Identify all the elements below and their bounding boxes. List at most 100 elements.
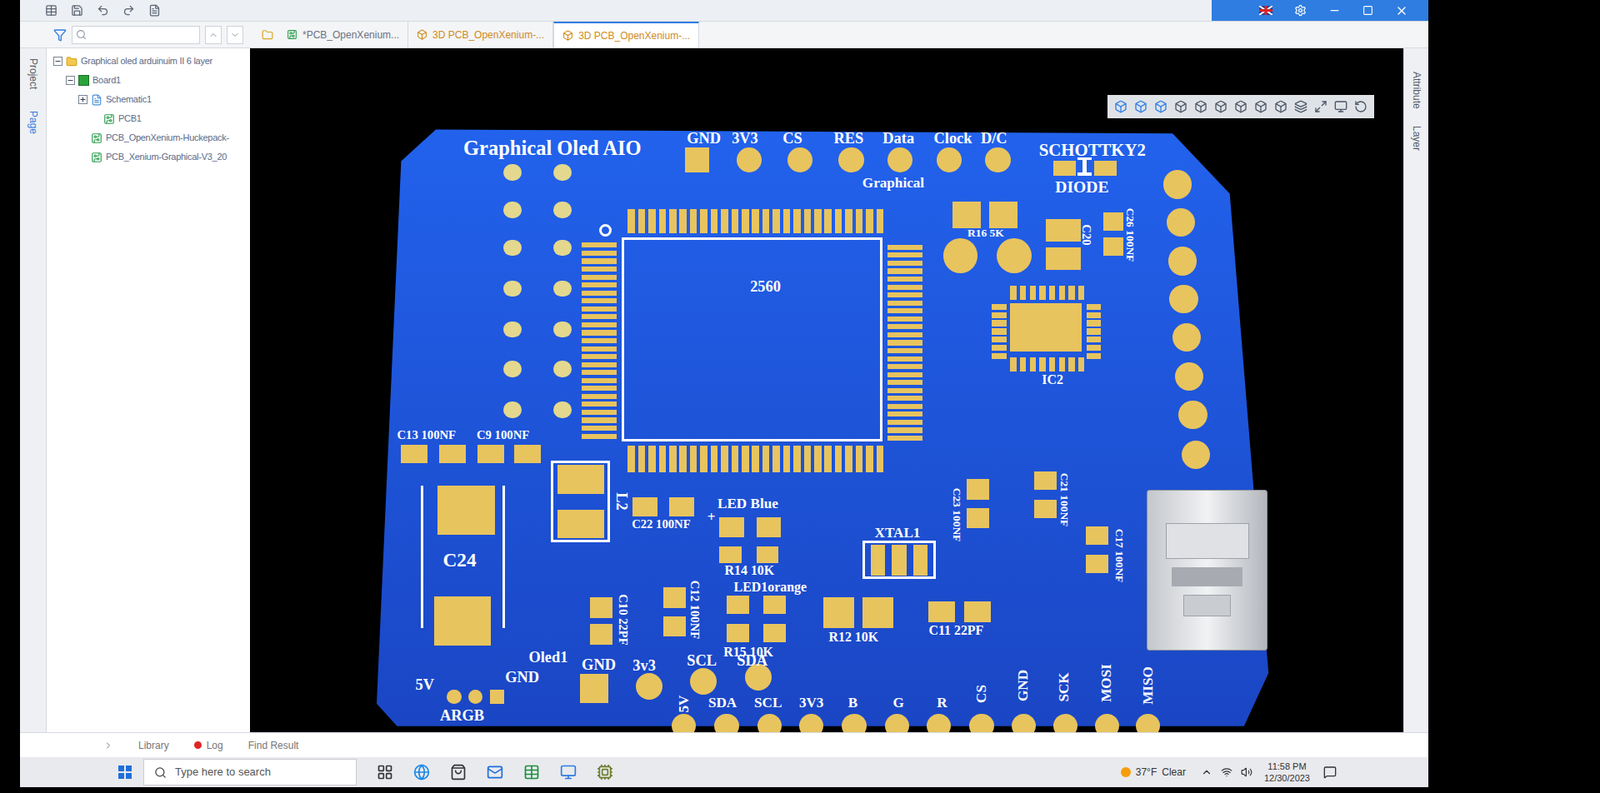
view-icon[interactable] xyxy=(1314,100,1328,114)
window-controls xyxy=(1211,0,1429,21)
silkscreen-label: CS xyxy=(782,130,802,146)
schematic-icon xyxy=(90,94,103,106)
home-tab[interactable] xyxy=(256,21,279,48)
view-icon[interactable] xyxy=(1194,100,1208,114)
pad xyxy=(1163,170,1192,199)
view-icon[interactable] xyxy=(1174,100,1188,114)
view-icon[interactable] xyxy=(1274,100,1288,114)
document-tab[interactable]: 3D PCB_OpenXenium-... xyxy=(408,21,554,48)
app-icon[interactable] xyxy=(523,764,540,781)
taskbar: Type here to search 37°FClear 11:58 PM12/3… xyxy=(20,757,1429,788)
minimize-icon[interactable] xyxy=(1328,4,1341,17)
collapse-icon[interactable] xyxy=(53,56,63,66)
tree-item[interactable]: Schematic1 xyxy=(46,90,250,110)
3d-canvas[interactable]: Graphical Oled AIOGND3V3CSRESDataClockD/… xyxy=(250,48,1404,733)
view-icon[interactable] xyxy=(1214,100,1228,114)
network-icon[interactable] xyxy=(1220,766,1233,779)
pcb-board[interactable]: Graphical Oled AIOGND3V3CSRESDataClockD/… xyxy=(376,127,1273,733)
tree-item[interactable]: PCB_OpenXenium-Huckepack- xyxy=(46,128,250,148)
pad xyxy=(887,292,923,298)
pad xyxy=(887,285,923,290)
bottom-tab[interactable]: Log xyxy=(194,738,224,754)
pad xyxy=(648,209,656,234)
silkscreen-label: IC2 xyxy=(1041,373,1064,387)
pad xyxy=(581,354,617,360)
view-icon[interactable] xyxy=(1154,100,1168,114)
pad xyxy=(446,690,461,705)
silkscreen-label: SDA xyxy=(708,695,737,710)
view-icon[interactable] xyxy=(1334,100,1348,114)
pad xyxy=(1103,212,1124,231)
pad xyxy=(1078,285,1085,300)
component-outline xyxy=(621,237,883,442)
view-icon[interactable] xyxy=(1134,100,1148,114)
pad xyxy=(714,714,739,733)
toolbar-icon[interactable] xyxy=(70,4,84,17)
pad xyxy=(887,308,923,314)
panel-search-bar xyxy=(20,21,250,48)
settings-icon[interactable] xyxy=(1294,4,1307,17)
weather[interactable]: 37°FClear xyxy=(1120,765,1186,780)
pad xyxy=(966,479,990,500)
chevron-up-icon[interactable] xyxy=(1200,766,1213,779)
usb-foot xyxy=(1183,595,1231,618)
bottom-tab[interactable]: Library xyxy=(138,738,170,754)
app-icon[interactable] xyxy=(596,764,614,781)
pad xyxy=(989,201,1018,229)
toolbar-icon[interactable] xyxy=(45,4,58,17)
view-icon[interactable] xyxy=(1254,100,1268,114)
pad xyxy=(814,445,822,473)
tree-item[interactable]: PCB1 xyxy=(46,109,250,129)
pad xyxy=(763,624,786,643)
pad xyxy=(887,276,923,282)
workspace: Project Page Graphical oled arduinuim II 6… xyxy=(20,48,1429,733)
view-icon[interactable] xyxy=(1234,100,1248,114)
toolbar-icon[interactable] xyxy=(148,4,161,17)
title-bar xyxy=(20,0,1429,22)
app-icon[interactable] xyxy=(413,764,430,781)
tree-item[interactable]: Board1 xyxy=(46,70,250,90)
windows-logo-icon[interactable] xyxy=(118,765,132,780)
volume-icon[interactable] xyxy=(1240,766,1253,779)
pad xyxy=(887,420,923,425)
tree-item[interactable]: PCB_Xenium-Graphical-V3_20 xyxy=(46,147,250,167)
view-icon[interactable] xyxy=(1114,100,1128,114)
pad xyxy=(887,411,923,417)
bottom-tab[interactable]: Find Result xyxy=(248,738,300,754)
up-button[interactable] xyxy=(205,25,222,45)
notifications-icon[interactable] xyxy=(1323,765,1337,780)
toolbar-icon[interactable] xyxy=(96,4,110,17)
filter-icon[interactable] xyxy=(53,28,67,42)
pad xyxy=(887,268,923,274)
side-tab[interactable]: Project xyxy=(25,58,41,90)
search-field[interactable] xyxy=(71,25,200,45)
side-tab[interactable]: Layer xyxy=(1409,125,1425,151)
pad xyxy=(420,485,425,629)
app-icon[interactable] xyxy=(486,764,504,781)
view-icon[interactable] xyxy=(1354,100,1368,114)
close-icon[interactable] xyxy=(1395,4,1409,18)
usb-port xyxy=(1165,523,1250,559)
taskbar-search[interactable]: Type here to search xyxy=(143,759,357,786)
collapse-icon[interactable] xyxy=(65,75,75,85)
pad xyxy=(503,321,522,339)
side-tab[interactable]: Attribute xyxy=(1409,71,1425,110)
pad xyxy=(1086,336,1101,343)
silkscreen-label: MISO xyxy=(1140,666,1155,705)
app-icon[interactable] xyxy=(376,764,394,781)
toolbar-icon[interactable] xyxy=(122,4,135,17)
document-tab[interactable]: *PCB_OpenXenium... xyxy=(278,21,409,48)
document-tab[interactable]: 3D PCB_OpenXenium-... xyxy=(553,21,700,48)
flag-icon[interactable] xyxy=(1259,5,1273,15)
expand-icon[interactable] xyxy=(78,95,88,105)
app-icon[interactable] xyxy=(560,764,577,781)
clock[interactable]: 11:58 PM12/30/2023 xyxy=(1264,760,1310,785)
side-tab[interactable]: Page xyxy=(25,110,41,135)
pad xyxy=(1068,285,1075,300)
tree-item[interactable]: Graphical oled arduinuim II 6 layer xyxy=(46,51,250,71)
maximize-icon[interactable] xyxy=(1362,5,1374,16)
app-icon[interactable] xyxy=(450,764,467,781)
down-button[interactable] xyxy=(226,25,244,45)
panel-toggle-icon[interactable] xyxy=(103,740,114,751)
view-icon[interactable] xyxy=(1294,100,1308,114)
